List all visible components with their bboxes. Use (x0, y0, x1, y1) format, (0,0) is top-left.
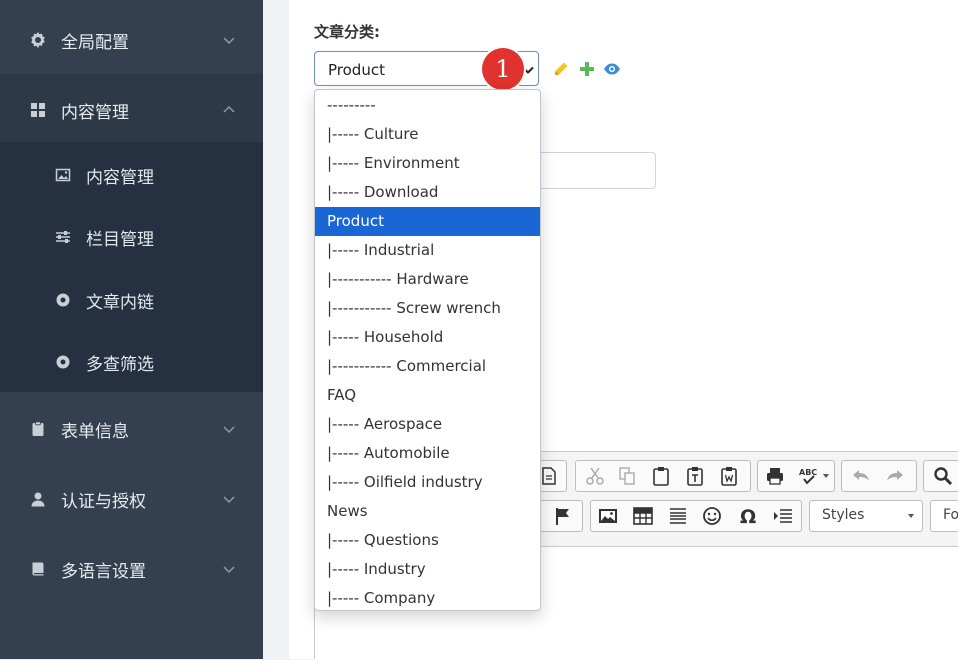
dropdown-option[interactable]: |----- Environment (315, 149, 540, 178)
search-icon[interactable] (932, 465, 954, 487)
menu-content-management[interactable]: 内容管理 (0, 74, 263, 146)
caret-down-icon (908, 514, 914, 518)
image-icon (55, 168, 71, 182)
styles-label: Styles (822, 507, 865, 523)
menu-language[interactable]: 多语言设置 (0, 533, 263, 605)
submenu-content: 内容管理 栏目管理 文章内链 多查筛选 (0, 142, 263, 392)
page-break-icon[interactable] (772, 505, 794, 527)
paste-word-icon[interactable] (718, 465, 740, 487)
dropdown-option[interactable]: |----- Download (315, 178, 540, 207)
gear-icon (31, 32, 45, 48)
category-dropdown-list: --------- |----- Culture |----- Environm… (314, 89, 541, 611)
submenu-label: 多查筛选 (86, 354, 154, 375)
spellcheck-icon[interactable]: ABC (798, 465, 820, 487)
chevron-down-icon (223, 496, 235, 504)
submenu-item-filter[interactable]: 多查筛选 (0, 331, 263, 393)
dropdown-option[interactable]: |----------- Commercial (315, 352, 540, 381)
menu-label: 全局配置 (61, 32, 129, 53)
dropdown-option[interactable]: News (315, 497, 540, 526)
format-label: Fo (943, 507, 958, 523)
menu-label: 内容管理 (61, 102, 129, 123)
paste-text-icon[interactable] (684, 465, 706, 487)
submenu-item-article-link[interactable]: 文章内链 (0, 269, 263, 331)
toolbar-group-clipboard (575, 460, 751, 492)
dropdown-option[interactable]: |----- Automobile (315, 439, 540, 468)
styles-dropdown[interactable]: Styles (809, 500, 923, 532)
dropdown-option[interactable]: |----------- Screw wrench (315, 294, 540, 323)
toolbar-group-find (923, 460, 958, 492)
grid-icon (31, 103, 45, 117)
menu-label: 表单信息 (61, 421, 129, 442)
flag-icon[interactable] (552, 505, 574, 527)
sliders-icon (56, 231, 70, 243)
dropdown-option[interactable]: |----- Household (315, 323, 540, 352)
menu-form-info[interactable]: 表单信息 (0, 393, 263, 465)
category-label: 文章分类: (314, 23, 380, 41)
category-select-value: Product (328, 61, 385, 79)
dropdown-option[interactable]: --------- (315, 91, 540, 120)
undo-icon[interactable] (850, 465, 872, 487)
menu-auth[interactable]: 认证与授权 (0, 463, 263, 535)
step-badge: 1 (482, 48, 524, 90)
plus-icon[interactable] (579, 61, 595, 77)
chevron-down-icon (223, 566, 235, 574)
toolbar-group-undo (841, 460, 917, 492)
toolbar-group-insert: Ω (590, 500, 802, 532)
format-dropdown[interactable]: Fo (930, 500, 958, 532)
submenu-label: 文章内链 (86, 292, 154, 313)
dropdown-option[interactable]: |----- Industrial (315, 236, 540, 265)
image-icon[interactable] (597, 505, 619, 527)
eye-icon[interactable] (603, 61, 621, 77)
dropdown-option[interactable]: |----- Aerospace (315, 410, 540, 439)
smiley-icon[interactable] (701, 505, 723, 527)
omega-icon[interactable]: Ω (737, 505, 759, 527)
dropdown-option[interactable]: |----- Oilfield industry (315, 468, 540, 497)
copy-icon[interactable] (616, 465, 638, 487)
dropdown-option[interactable]: |----------- Hardware (315, 265, 540, 294)
dot-circle-icon (56, 355, 70, 369)
submenu-label: 栏目管理 (86, 229, 154, 250)
submenu-item-content[interactable]: 内容管理 (0, 144, 263, 206)
menu-label: 认证与授权 (61, 491, 146, 512)
submenu-item-column[interactable]: 栏目管理 (0, 206, 263, 268)
horizontal-line-icon[interactable] (667, 505, 689, 527)
book-icon (32, 562, 44, 576)
chevron-up-icon (223, 105, 235, 113)
dropdown-option[interactable]: |----- Culture (315, 120, 540, 149)
menu-label: 多语言设置 (61, 561, 146, 582)
document-icon[interactable] (538, 465, 560, 487)
chevron-down-icon (223, 37, 235, 45)
dropdown-option[interactable]: |----- Industry (315, 555, 540, 584)
paste-icon[interactable] (650, 465, 672, 487)
cut-icon[interactable] (584, 465, 606, 487)
redo-icon[interactable] (884, 465, 906, 487)
print-icon[interactable] (764, 465, 786, 487)
spellcheck-caret[interactable] (823, 474, 829, 478)
sidebar: 全局配置 内容管理 内容管理 栏目管理 文章内链 多查筛选 表单信息 认证与授权… (0, 0, 263, 659)
svg-text:Ω: Ω (740, 506, 756, 527)
dropdown-option[interactable]: |----- Company (315, 584, 540, 610)
toolbar-group-print: ABC (757, 460, 835, 492)
dropdown-option[interactable]: FAQ (315, 381, 540, 410)
svg-text:ABC: ABC (799, 468, 817, 477)
dropdown-option[interactable]: |----- Questions (315, 526, 540, 555)
menu-global-config[interactable]: 全局配置 (0, 4, 263, 76)
submenu-label: 内容管理 (86, 167, 154, 188)
clipboard-icon (32, 421, 44, 436)
pencil-icon[interactable] (553, 61, 569, 77)
dot-circle-icon (56, 293, 70, 307)
chevron-down-icon (223, 426, 235, 434)
user-icon (31, 492, 45, 507)
dropdown-option-selected[interactable]: Product (315, 207, 540, 236)
table-icon[interactable] (632, 505, 654, 527)
